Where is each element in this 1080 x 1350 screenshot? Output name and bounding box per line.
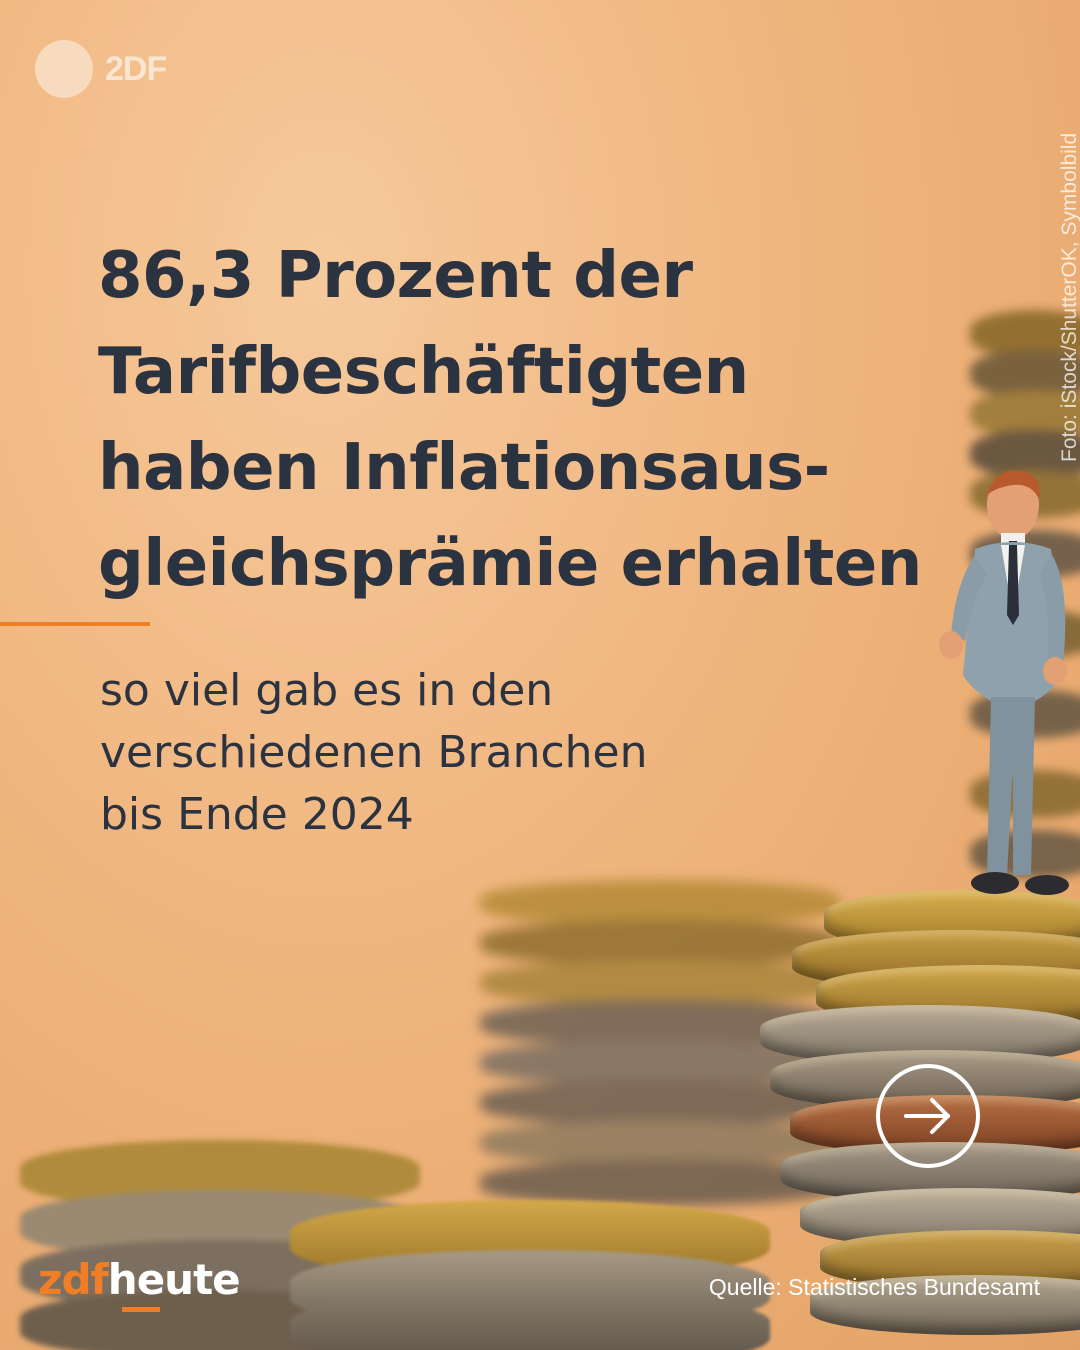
source-note: Quelle: Statistisches Bundesamt	[708, 1274, 1040, 1300]
accent-divider	[0, 622, 150, 626]
coin-stack-front-center	[290, 1190, 770, 1350]
subline-line: so viel gab es in den	[100, 665, 554, 716]
subline: so viel gab es in den verschiedenen Bran…	[100, 660, 920, 846]
zdf-logo-text: 2DF	[105, 50, 167, 88]
photo-credit: Foto: iStock/ShutterOK, Symbolbild	[1030, 40, 1080, 470]
headline-line: haben Inflationsaus-	[98, 431, 830, 505]
zdfheute-brand: zdfheute	[38, 1255, 241, 1315]
next-button[interactable]	[876, 1064, 980, 1168]
zdf-logo-circle	[35, 40, 93, 98]
subline-line: bis Ende 2024	[100, 789, 414, 840]
brand-underline	[122, 1307, 160, 1312]
arrow-right-icon	[904, 1098, 950, 1134]
brand-zdf: zdf	[38, 1255, 109, 1304]
photo-credit-text: Foto: iStock/ShutterOK, Symbolbild	[1058, 132, 1080, 462]
headline: 86,3 Prozent der Tarifbeschäftigten habe…	[98, 228, 978, 612]
headline-line: gleichsprämie erhalten	[98, 527, 922, 601]
headline-line: 86,3 Prozent der	[98, 239, 693, 313]
zdf-logo: 2DF	[35, 40, 167, 100]
slide: 2DF Foto: iStock/ShutterOK, Symbolbild 8…	[0, 0, 1080, 1350]
headline-line: Tarifbeschäftigten	[98, 335, 749, 409]
brand-heute: heute	[107, 1255, 241, 1304]
subline-line: verschiedenen Branchen	[100, 727, 648, 778]
